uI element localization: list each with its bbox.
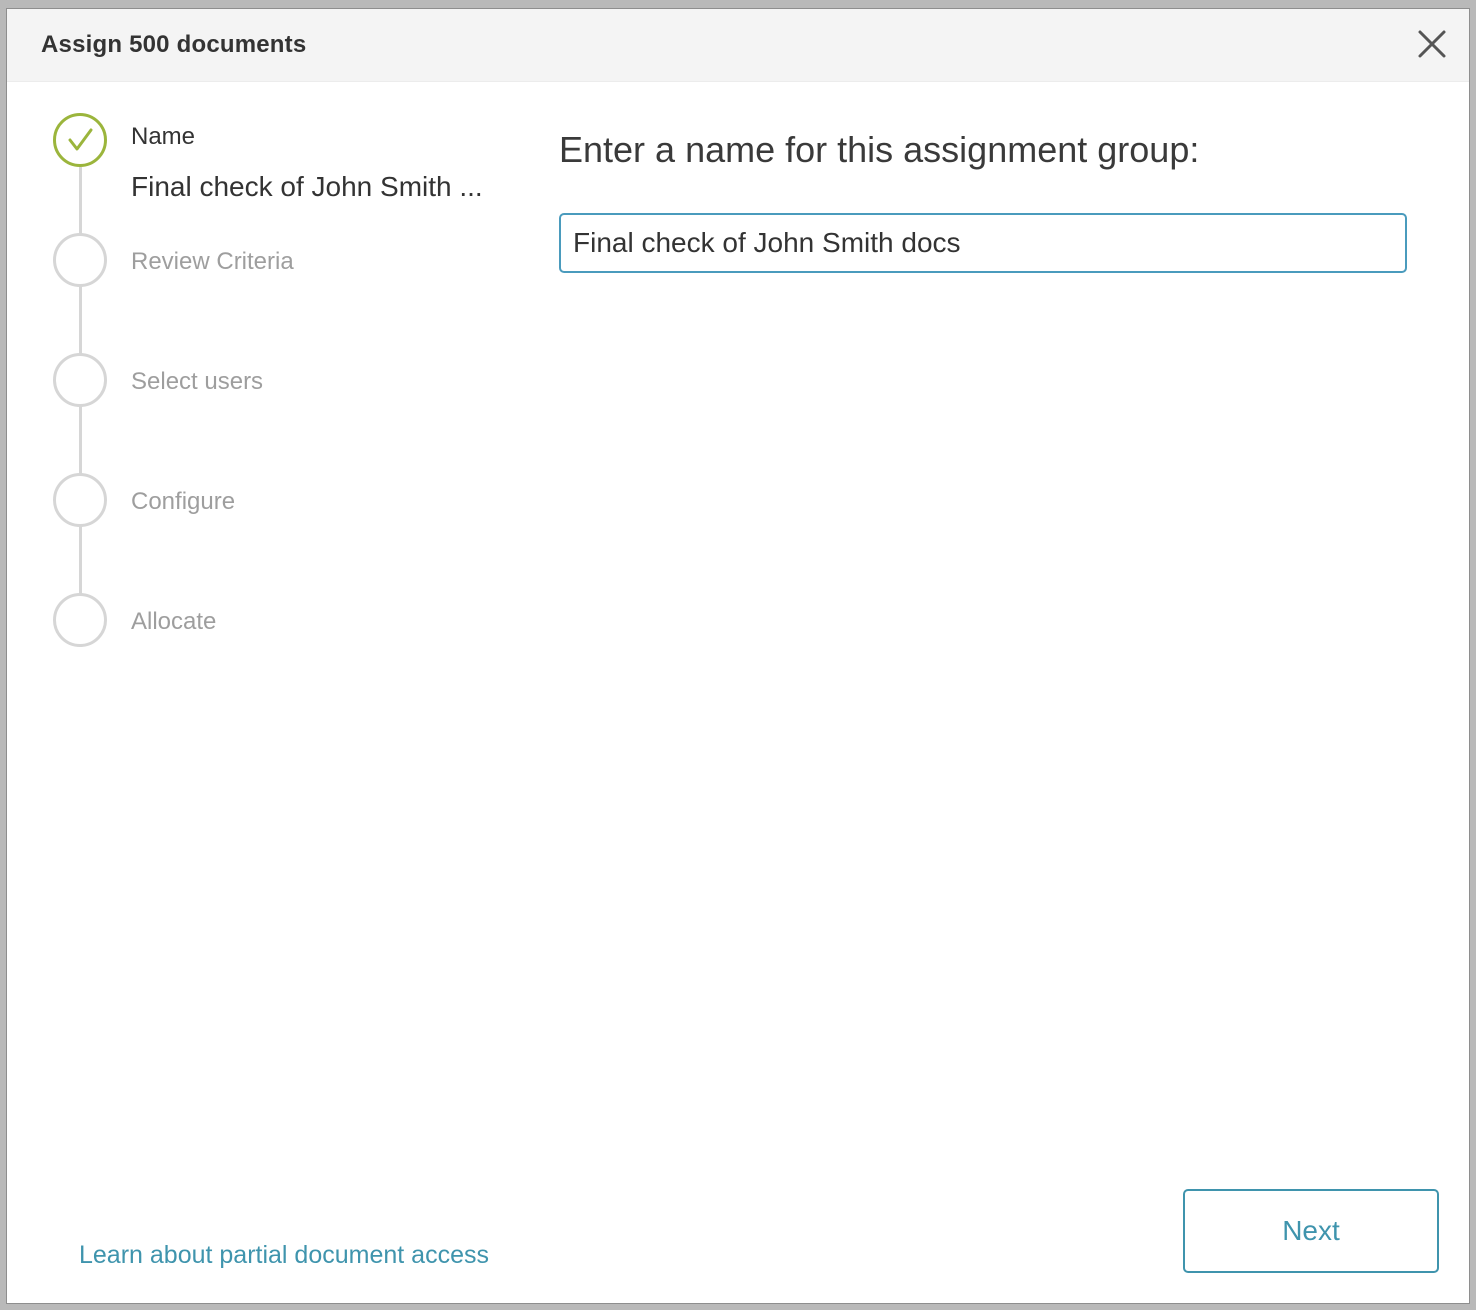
dialog-titlebar: Assign 500 documents [7,9,1469,82]
step-complete-indicator [53,113,107,167]
assignment-group-name-input[interactable] [559,213,1407,273]
step-label-name: Name [131,123,196,150]
close-icon [1418,30,1446,58]
step-summary-name: Final check of John Smith ... [131,171,483,202]
step-label-select-users: Select users [131,368,264,395]
step-allocate[interactable]: Allocate [53,593,513,647]
step-review-criteria[interactable]: Review Criteria [53,233,513,287]
assign-documents-dialog: Assign 500 documents Name Final check of… [6,8,1470,1304]
step-pending-indicator [53,593,107,647]
step-pending-indicator [53,353,107,407]
step-name[interactable]: Name Final check of John Smith ... [53,113,513,202]
dialog-title: Assign 500 documents [41,31,307,58]
check-icon [68,128,93,151]
step-label-allocate: Allocate [131,608,217,635]
step-label-review-criteria: Review Criteria [131,248,294,275]
step-configure[interactable]: Configure [53,473,513,527]
step-pending-indicator [53,233,107,287]
step-label-configure: Configure [131,488,236,515]
close-button[interactable] [1415,27,1449,61]
step-pending-indicator [53,473,107,527]
next-button[interactable]: Next [1183,1189,1439,1273]
step-select-users[interactable]: Select users [53,353,513,407]
learn-partial-access-link[interactable]: Learn about partial document access [79,1241,489,1270]
name-prompt-heading: Enter a name for this assignment group: [559,129,1200,170]
wizard-stepper: Name Final check of John Smith ... Revie… [53,113,513,673]
